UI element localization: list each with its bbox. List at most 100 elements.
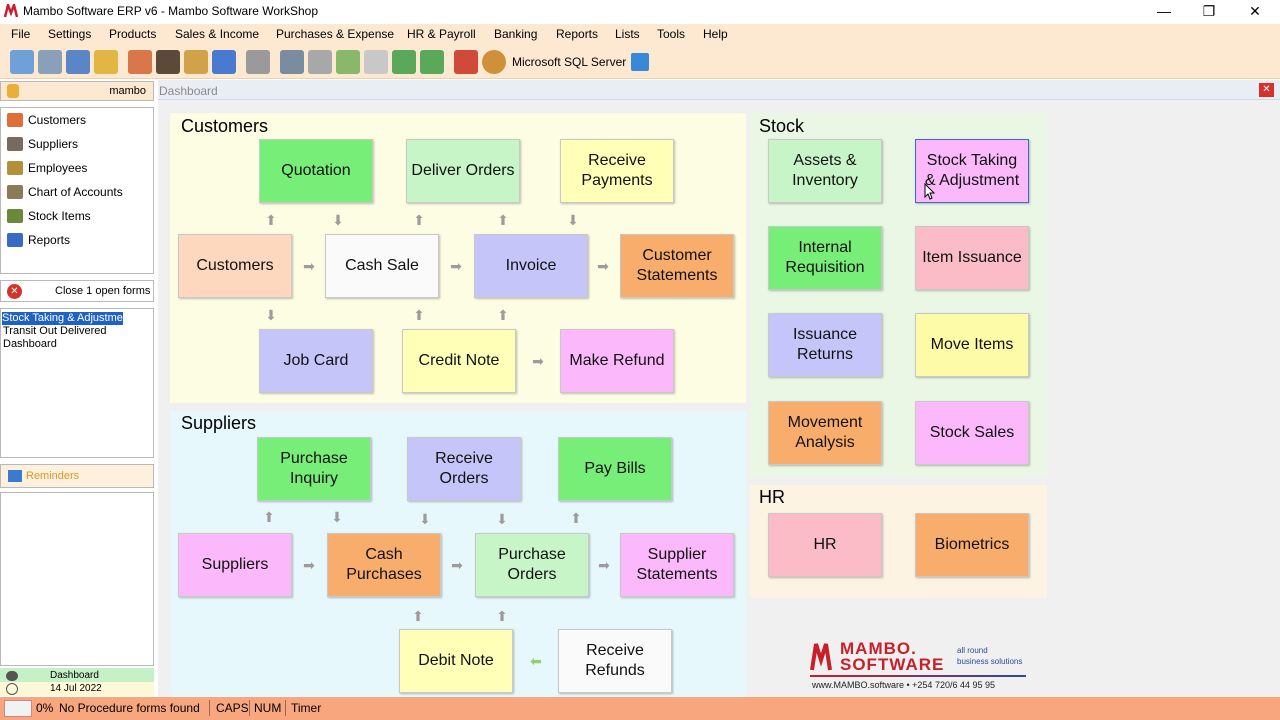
stock-title: Stock bbox=[759, 116, 805, 136]
menu-settings[interactable]: Settings bbox=[48, 27, 91, 41]
calculator-icon[interactable] bbox=[94, 50, 118, 74]
puzzle-icon[interactable] bbox=[454, 50, 478, 74]
job-card-tile[interactable]: Job Card bbox=[259, 329, 373, 393]
hr-tile[interactable]: HR bbox=[768, 513, 882, 577]
nav-chart-of-accounts[interactable]: Chart of Accounts bbox=[3, 181, 151, 203]
user-icon[interactable] bbox=[482, 50, 506, 74]
item-issuance-tile[interactable]: Item Issuance bbox=[915, 226, 1029, 290]
close-forms-icon[interactable]: ✕ bbox=[7, 284, 22, 299]
debit-note-tile[interactable]: Debit Note bbox=[399, 629, 513, 693]
copy-icon[interactable] bbox=[364, 50, 388, 74]
brand-name-2: SOFTWARE bbox=[840, 655, 945, 674]
export-icon[interactable] bbox=[336, 50, 360, 74]
brand-divider bbox=[810, 675, 1026, 677]
customers-panel: Customers Quotation Deliver Orders Recei… bbox=[170, 113, 746, 403]
make-refund-tile[interactable]: Make Refund bbox=[560, 329, 674, 393]
eraser-icon[interactable] bbox=[184, 50, 208, 74]
cash-purchases-tile[interactable]: Cash Purchases bbox=[327, 533, 441, 597]
arrow-down-icon: ⬇ bbox=[331, 509, 343, 525]
menu-products[interactable]: Products bbox=[109, 27, 156, 41]
nav-employees[interactable]: Employees bbox=[3, 157, 151, 179]
open-form-item-selected[interactable]: Stock Taking & Adjustment bbox=[2, 312, 123, 325]
print-preview-icon[interactable] bbox=[280, 50, 304, 74]
nav-suppliers[interactable]: Suppliers bbox=[3, 133, 151, 155]
quotation-tile[interactable]: Quotation bbox=[259, 139, 373, 203]
bottom-item-date[interactable]: 14 Jul 2022 bbox=[0, 682, 154, 696]
dashboard-area: Dashboard ✕ Customers Quotation Deliver … bbox=[158, 80, 1280, 697]
menu-reports[interactable]: Reports bbox=[556, 27, 598, 41]
printer2-icon[interactable] bbox=[308, 50, 332, 74]
reminders-bar[interactable]: Reminders bbox=[0, 464, 154, 488]
title-bar: Mambo Software ERP v6 - Mambo Software W… bbox=[0, 0, 1280, 24]
receive-refunds-tile[interactable]: Receive Refunds bbox=[558, 629, 672, 693]
credit-note-tile[interactable]: Credit Note bbox=[402, 329, 516, 393]
arrow-down-icon: ⬇ bbox=[332, 212, 344, 228]
close-window-button[interactable]: ✕ bbox=[1232, 0, 1278, 24]
customers-tile[interactable]: Customers bbox=[178, 234, 292, 298]
supplier-statements-tile[interactable]: Supplier Statements bbox=[620, 533, 734, 597]
arrow-up-icon: ⬆ bbox=[496, 608, 508, 624]
move-items-tile[interactable]: Move Items bbox=[915, 313, 1029, 377]
nav-label: Stock Items bbox=[28, 209, 91, 223]
issuance-returns-tile[interactable]: Issuance Returns bbox=[768, 313, 882, 377]
movement-analysis-tile[interactable]: Movement Analysis bbox=[768, 401, 882, 465]
menu-help[interactable]: Help bbox=[703, 27, 728, 41]
customer-statements-tile[interactable]: Customer Statements bbox=[620, 234, 734, 298]
open-form-item[interactable]: Dashboard bbox=[3, 338, 57, 350]
menu-file[interactable]: File bbox=[11, 27, 30, 41]
open-form-item[interactable]: Transit Out Delivered bbox=[3, 325, 107, 337]
wrench-icon[interactable] bbox=[66, 50, 90, 74]
status-bar: 0% No Procedure forms found CAPS NUM Tim… bbox=[0, 697, 1280, 720]
invoice-tile[interactable]: Invoice bbox=[474, 234, 588, 298]
app-logo-icon bbox=[4, 4, 18, 18]
nav-reports[interactable]: Reports bbox=[3, 229, 151, 251]
status-percent: 0% bbox=[36, 701, 54, 715]
cash-sale-tile[interactable]: Cash Sale bbox=[325, 234, 439, 298]
nav-customers[interactable]: Customers bbox=[3, 109, 151, 131]
close-forms-label[interactable]: Close 1 open forms bbox=[55, 285, 150, 297]
dashboard-header: Dashboard ✕ bbox=[158, 80, 1280, 100]
assets-inventory-tile[interactable]: Assets & Inventory bbox=[768, 139, 882, 203]
people-icon[interactable] bbox=[128, 50, 152, 74]
hr-panel: HR HR Biometrics bbox=[750, 485, 1047, 598]
bottom-item-dashboard[interactable]: Dashboard bbox=[0, 668, 154, 682]
export2-icon[interactable] bbox=[420, 50, 444, 74]
deliver-orders-tile[interactable]: Deliver Orders bbox=[406, 139, 520, 203]
menu-purchases-expense[interactable]: Purchases & Expense bbox=[276, 27, 394, 41]
minimize-button[interactable]: — bbox=[1141, 0, 1187, 24]
pay-bills-tile[interactable]: Pay Bills bbox=[558, 437, 672, 501]
menu-tools[interactable]: Tools bbox=[657, 27, 685, 41]
purchase-inquiry-tile[interactable]: Purchase Inquiry bbox=[257, 437, 371, 501]
mail-icon[interactable] bbox=[631, 53, 649, 71]
arrow-right-icon: ➡ bbox=[303, 557, 315, 573]
tag-icon[interactable] bbox=[212, 50, 236, 74]
biometrics-tile[interactable]: Biometrics bbox=[915, 513, 1029, 577]
progress-bar bbox=[4, 700, 32, 717]
arrow-right-icon: ➡ bbox=[532, 353, 544, 369]
person-icon[interactable] bbox=[156, 50, 180, 74]
import-icon[interactable] bbox=[392, 50, 416, 74]
arrow-up-icon: ⬆ bbox=[412, 608, 424, 624]
purchase-orders-tile[interactable]: Purchase Orders bbox=[475, 533, 589, 597]
close-forms-bar[interactable]: ✕ Close 1 open forms bbox=[0, 280, 154, 302]
menu-sales-income[interactable]: Sales & Income bbox=[175, 27, 259, 41]
suppliers-tile[interactable]: Suppliers bbox=[178, 533, 292, 597]
stock-sales-tile[interactable]: Stock Sales bbox=[915, 401, 1029, 465]
receive-payments-tile[interactable]: Receive Payments bbox=[560, 139, 674, 203]
menu-hr-payroll[interactable]: HR & Payroll bbox=[407, 27, 476, 41]
suppliers-title: Suppliers bbox=[181, 413, 257, 433]
home-icon[interactable] bbox=[10, 50, 34, 74]
arrow-right-icon: ➡ bbox=[451, 557, 463, 573]
nav-stock-items[interactable]: Stock Items bbox=[3, 205, 151, 227]
restore-button[interactable]: ❐ bbox=[1186, 0, 1232, 24]
customers-title: Customers bbox=[181, 116, 269, 136]
receive-orders-tile[interactable]: Receive Orders bbox=[407, 437, 521, 501]
brand-contact: www.MAMBO.software • +254 720/6 44 95 95 bbox=[812, 680, 995, 690]
tools-icon[interactable] bbox=[38, 50, 62, 74]
stock-icon bbox=[7, 209, 23, 223]
menu-banking[interactable]: Banking bbox=[494, 27, 537, 41]
printer-icon[interactable] bbox=[246, 50, 270, 74]
close-dashboard-button[interactable]: ✕ bbox=[1259, 83, 1274, 97]
internal-requisition-tile[interactable]: Internal Requisition bbox=[768, 226, 882, 290]
menu-lists[interactable]: Lists bbox=[615, 27, 640, 41]
